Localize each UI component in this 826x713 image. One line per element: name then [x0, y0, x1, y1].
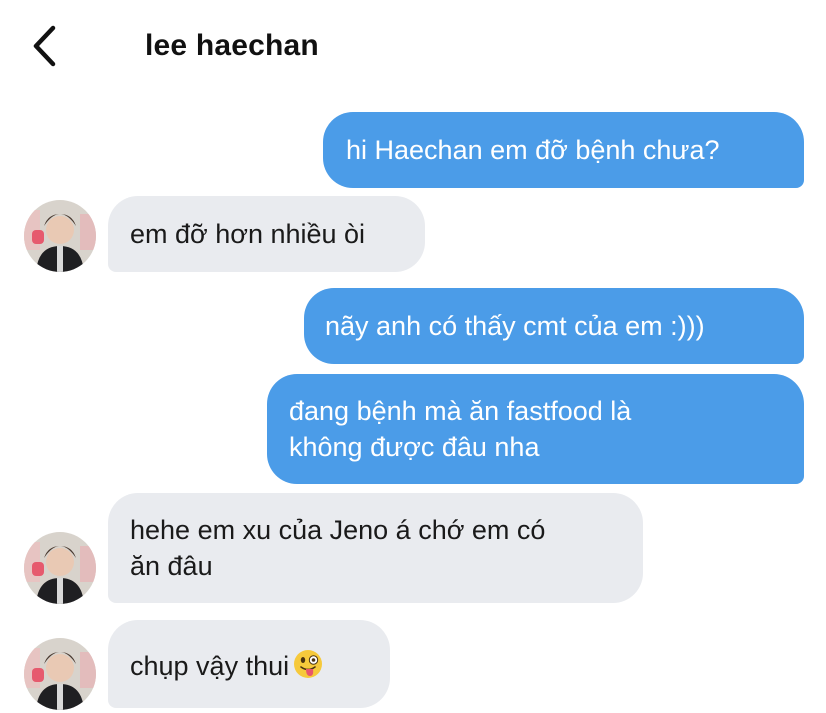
message-bubble-outgoing[interactable]: nãy anh có thấy cmt của em :))): [304, 288, 804, 364]
message-text: nãy anh có thấy cmt của em :))): [325, 311, 705, 341]
message-text-line: ăn đâu: [130, 551, 213, 581]
contact-name[interactable]: lee haechan: [145, 26, 319, 66]
avatar[interactable]: [24, 532, 96, 604]
message-bubble-outgoing[interactable]: đang bệnh mà ăn fastfood là không được đ…: [267, 374, 804, 484]
message-bubble-incoming[interactable]: chụp vậy thui: [108, 620, 390, 708]
avatar-photo: [24, 532, 96, 604]
winking-face-with-tongue-icon: [293, 649, 323, 688]
message-bubble-incoming[interactable]: em đỡ hơn nhiều òi: [108, 196, 425, 272]
message-text-line: đang bệnh mà ăn fastfood là: [289, 396, 632, 426]
message-text: em đỡ hơn nhiều òi: [130, 219, 366, 249]
message-text: hi Haechan em đỡ bệnh chưa?: [346, 135, 720, 165]
message-bubble-incoming[interactable]: hehe em xu của Jeno á chớ em có ăn đâu: [108, 493, 643, 603]
back-button[interactable]: [22, 22, 66, 70]
avatar-photo: [24, 200, 96, 272]
message-text-line: hehe em xu của Jeno á chớ em có: [130, 515, 546, 545]
message-text: chụp vậy thui: [130, 651, 290, 681]
avatar[interactable]: [24, 200, 96, 272]
message-text-line: không được đâu nha: [289, 432, 540, 462]
message-bubble-outgoing[interactable]: hi Haechan em đỡ bệnh chưa?: [323, 112, 804, 188]
chat-header: lee haechan: [0, 0, 826, 92]
avatar-photo: [24, 638, 96, 710]
avatar[interactable]: [24, 638, 96, 710]
chevron-left-icon: [33, 25, 56, 67]
